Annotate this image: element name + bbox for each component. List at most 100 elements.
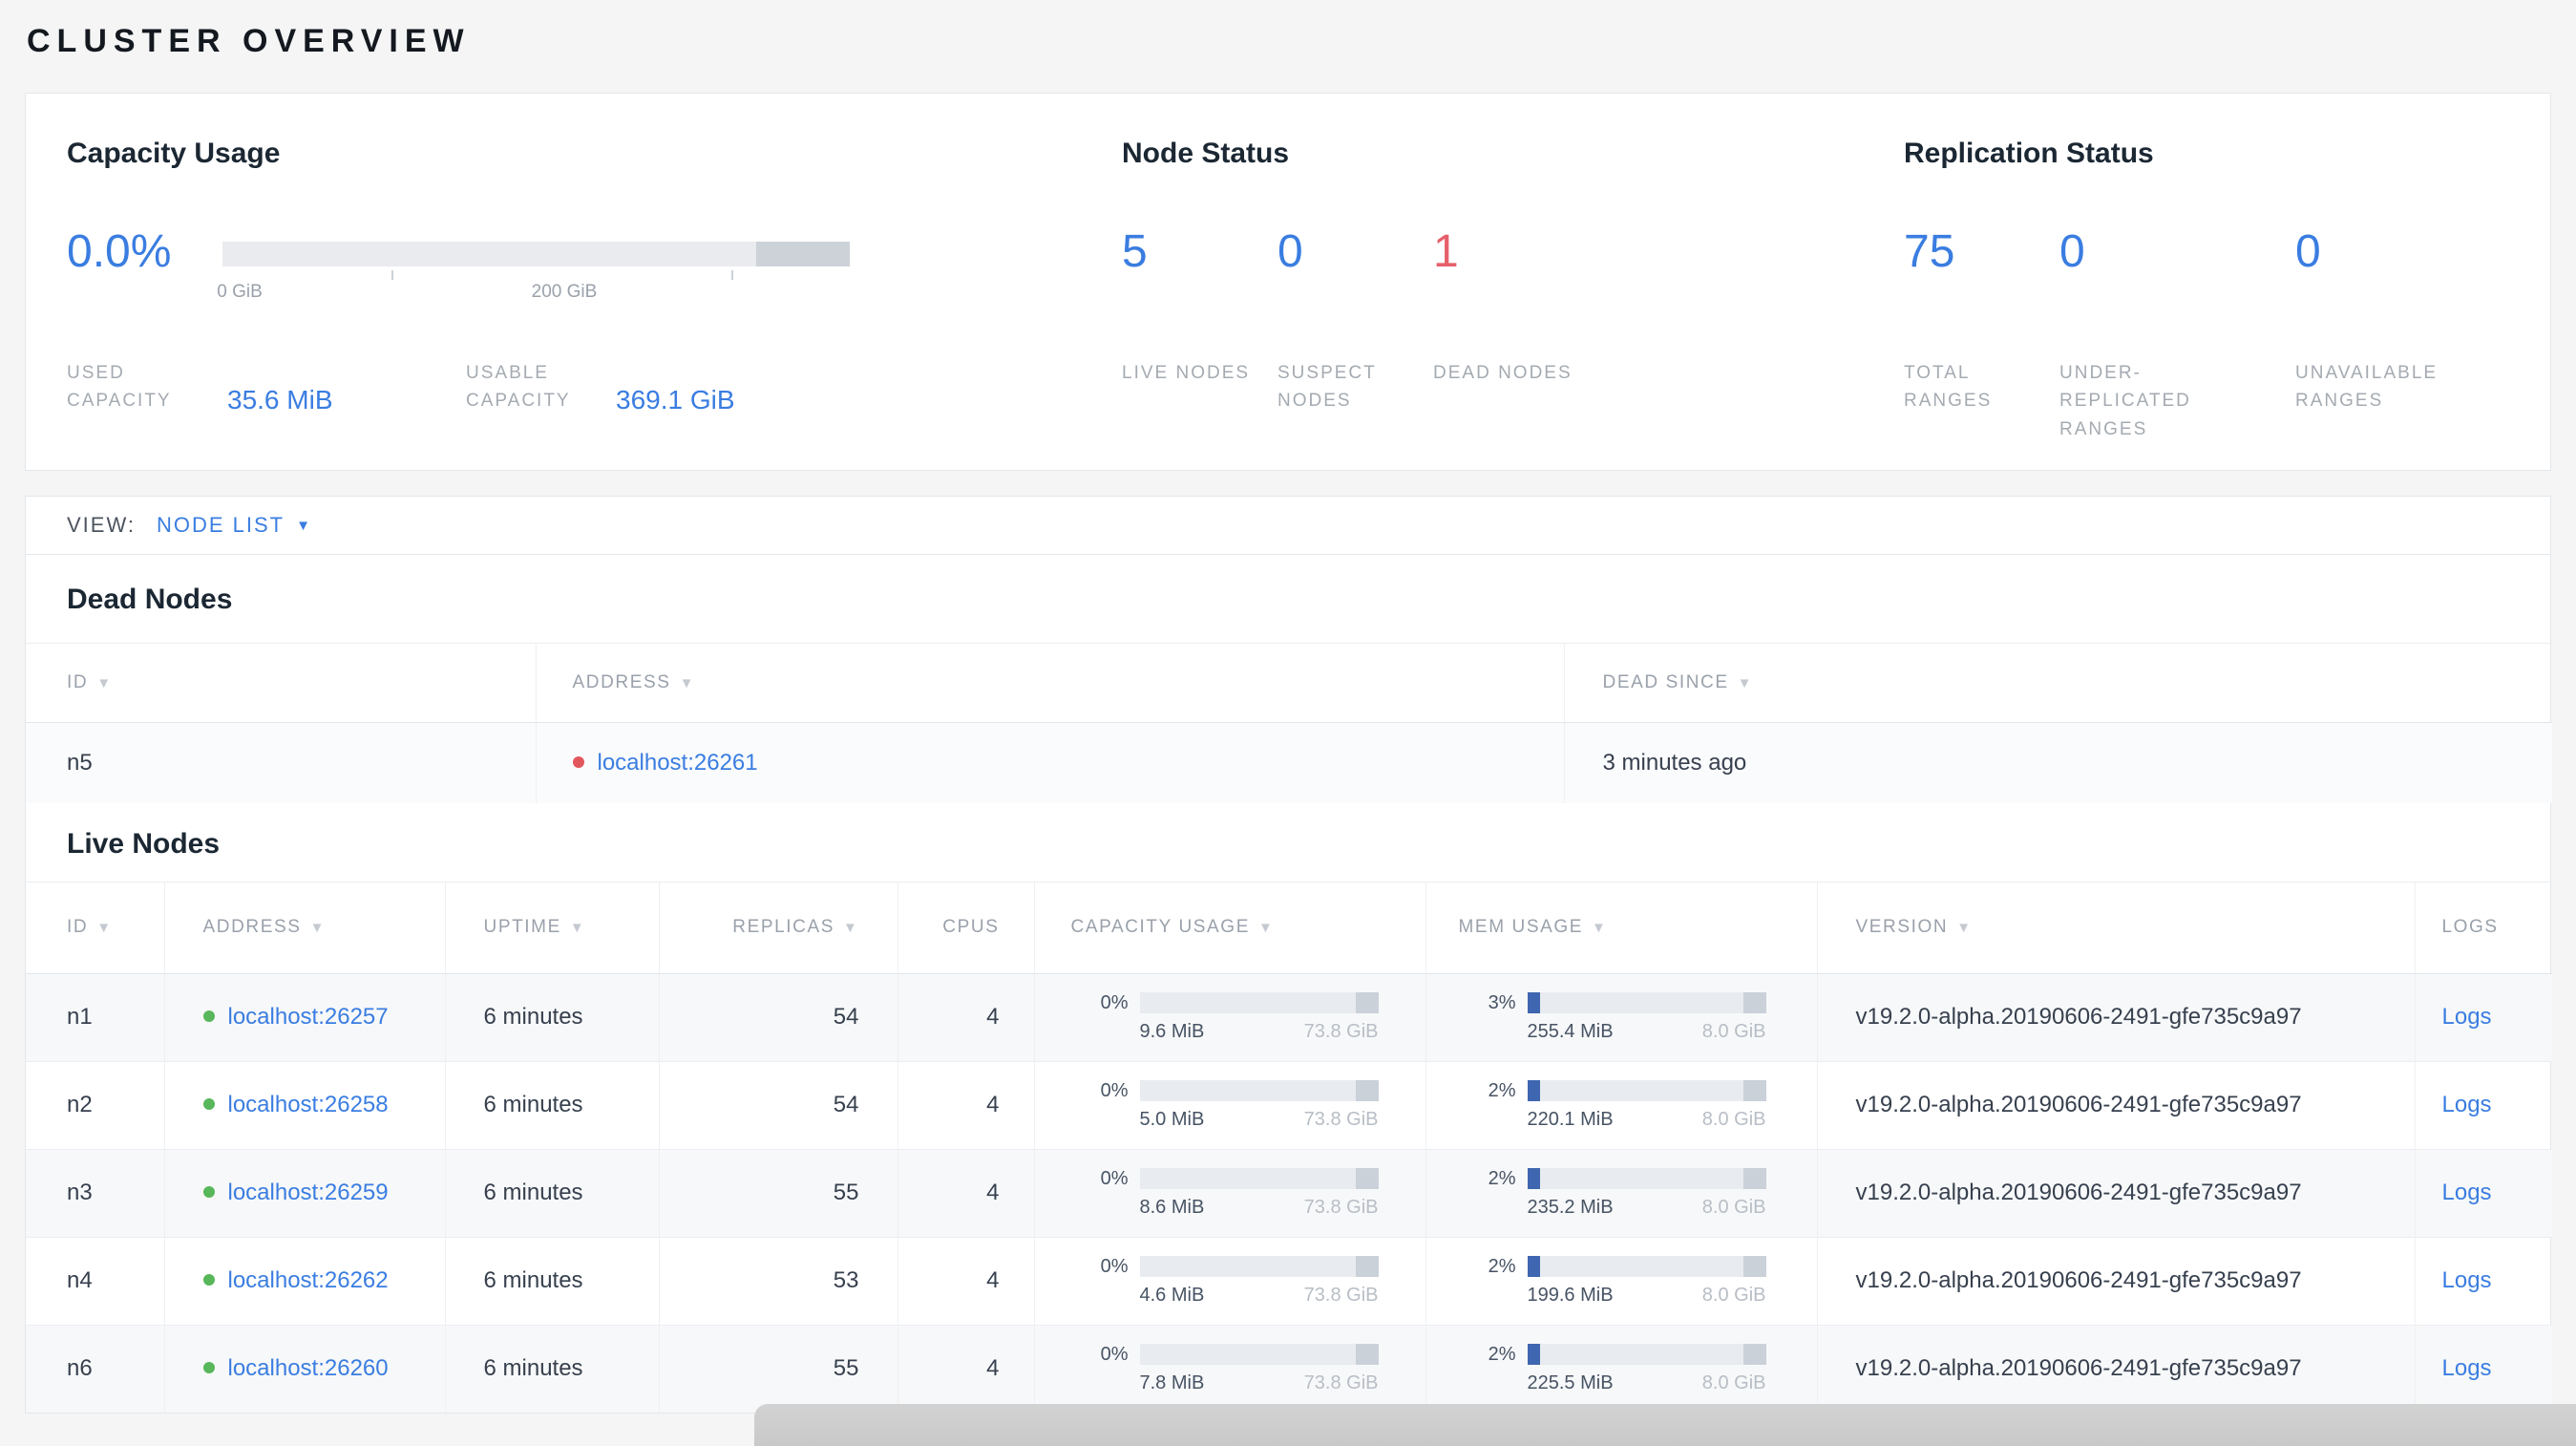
live-status-dot <box>202 1274 215 1286</box>
node-replicas: 53 <box>658 1236 897 1325</box>
mem-used: 255.4 MiB <box>1527 1020 1614 1042</box>
node-address-link[interactable]: localhost:26257 <box>228 1004 389 1030</box>
chevron-down-icon: ▼ <box>296 517 310 534</box>
node-address-link[interactable]: localhost:26262 <box>228 1267 389 1293</box>
live-status-dot <box>202 1098 215 1110</box>
logs-link[interactable]: Logs <box>2442 1267 2492 1293</box>
unavailable-ranges-label: UNAVAILABLE RANGES <box>2295 363 2439 412</box>
node-replicas: 54 <box>658 972 897 1061</box>
capacity-percent: 0.0% <box>67 226 172 277</box>
node-address-link[interactable]: localhost:26261 <box>598 750 758 776</box>
total-ranges-label: TOTAL RANGES <box>1904 363 1993 412</box>
mem-usage-cell: 2% 220.1 MiB 8.0 GiB <box>1425 1060 1817 1149</box>
sort-desc-icon: ▼ <box>96 920 113 936</box>
capacity-percent: 0% <box>1100 1167 1129 1189</box>
capacity-usage-cell: 0% 8.6 MiB 73.8 GiB <box>1033 1148 1425 1237</box>
capacity-usage-bar <box>1139 992 1379 1013</box>
live-node-row: n6 localhost:26260 6 minutes 55 4 0% 7.8… <box>26 1324 2552 1413</box>
summary-card: Capacity Usage 0.0% 0 GiB 200 GiB USED C… <box>25 93 2551 471</box>
node-cpus: 4 <box>897 1324 1034 1413</box>
col-header-uptime[interactable]: UPTIME ▼ <box>444 881 659 974</box>
node-cpus: 4 <box>897 1148 1034 1237</box>
node-cpus: 4 <box>897 972 1034 1061</box>
live-node-row: n2 localhost:26258 6 minutes 54 4 0% 5.0… <box>26 1060 2552 1149</box>
view-selected-value: NODE LIST <box>156 513 285 537</box>
capacity-used: 5.0 MiB <box>1139 1108 1205 1130</box>
capacity-bar-dark-segment <box>756 242 850 266</box>
capacity-usage-section: Capacity Usage 0.0% 0 GiB 200 GiB USED C… <box>26 138 1122 470</box>
under-replicated-stat: 0 UNDER-REPLICATED RANGES <box>2059 229 2295 443</box>
col-header-address[interactable]: ADDRESS ▼ <box>535 643 1564 723</box>
mem-usage-cell: 3% 255.4 MiB 8.0 GiB <box>1425 972 1817 1061</box>
unavailable-ranges-count: 0 <box>2295 226 2321 277</box>
node-cpus: 4 <box>897 1060 1034 1149</box>
col-header-cpus[interactable]: CPUS <box>897 881 1034 974</box>
usable-capacity-label: USABLE CAPACITY <box>466 363 571 412</box>
capacity-tick-mark <box>391 270 393 280</box>
capacity-used: 4.6 MiB <box>1139 1284 1205 1306</box>
node-address-link[interactable]: localhost:26258 <box>228 1092 389 1117</box>
col-header-dead-since[interactable]: DEAD SINCE ▼ <box>1563 643 2552 723</box>
col-header-id[interactable]: ID ▼ <box>26 881 164 974</box>
col-header-id[interactable]: ID ▼ <box>26 643 536 723</box>
cluster-overview-page: CLUSTER OVERVIEW Capacity Usage 0.0% 0 G… <box>0 0 2576 1414</box>
usable-capacity-value: 369.1 GiB <box>616 384 735 415</box>
capacity-percent: 0% <box>1100 1255 1129 1277</box>
mem-usage-bar <box>1527 1080 1766 1101</box>
sort-desc-icon: ▼ <box>96 675 113 691</box>
node-replicas: 55 <box>658 1148 897 1237</box>
node-uptime: 6 minutes <box>444 1148 659 1237</box>
node-uptime: 6 minutes <box>444 1236 659 1325</box>
live-nodes-count: 5 <box>1122 226 1148 277</box>
sort-desc-icon: ▼ <box>1956 920 1973 936</box>
node-uptime: 6 minutes <box>444 1324 659 1413</box>
live-node-row: n1 localhost:26257 6 minutes 54 4 0% 9.6… <box>26 972 2552 1061</box>
logs-link[interactable]: Logs <box>2442 1004 2492 1030</box>
view-selector-dropdown[interactable]: NODE LIST ▼ <box>157 513 310 538</box>
node-id: n1 <box>26 972 164 1061</box>
col-header-capacity-usage[interactable]: CAPACITY USAGE ▼ <box>1033 881 1425 974</box>
col-header-replicas[interactable]: REPLICAS ▼ <box>658 881 897 974</box>
mem-total: 8.0 GiB <box>1701 1284 1766 1306</box>
mem-used: 199.6 MiB <box>1527 1284 1614 1306</box>
col-header-version[interactable]: VERSION ▼ <box>1816 881 2415 974</box>
mem-usage-cell: 2% 199.6 MiB 8.0 GiB <box>1425 1236 1817 1325</box>
logs-cell: Logs <box>2414 1324 2552 1413</box>
capacity-percent: 0% <box>1100 991 1129 1013</box>
capacity-total: 73.8 GiB <box>1303 1108 1379 1130</box>
logs-link[interactable]: Logs <box>2442 1180 2492 1205</box>
capacity-total: 73.8 GiB <box>1303 1196 1379 1218</box>
node-address-link[interactable]: localhost:26260 <box>228 1355 389 1381</box>
node-list-card: Dead Nodes ID ▼ ADDRESS ▼ DEAD SINCE ▼ n5 l… <box>25 555 2552 1414</box>
sort-desc-icon: ▼ <box>679 675 696 691</box>
col-header-mem-usage[interactable]: MEM USAGE ▼ <box>1425 881 1817 974</box>
mem-percent: 2% <box>1488 1167 1516 1189</box>
node-replicas: 55 <box>658 1324 897 1413</box>
col-header-address[interactable]: ADDRESS ▼ <box>163 881 445 974</box>
capacity-total: 73.8 GiB <box>1303 1284 1379 1306</box>
suspect-nodes-stat: 0 SUSPECT NODES <box>1277 229 1433 415</box>
capacity-total: 73.8 GiB <box>1303 1020 1379 1042</box>
node-address-cell: localhost:26262 <box>163 1236 445 1325</box>
capacity-usage-bar <box>1139 1168 1379 1189</box>
mem-total: 8.0 GiB <box>1701 1020 1766 1042</box>
dead-since-value: 3 minutes ago <box>1563 722 2552 803</box>
mem-usage-bar <box>1527 992 1766 1013</box>
node-address-link[interactable]: localhost:26259 <box>228 1180 389 1205</box>
capacity-usage-bar <box>1139 1080 1379 1101</box>
logs-link[interactable]: Logs <box>2442 1092 2492 1117</box>
capacity-used: 7.8 MiB <box>1139 1372 1205 1393</box>
node-version: v19.2.0-alpha.20190606-2491-gfe735c9a97 <box>1816 972 2415 1061</box>
total-ranges-stat: 75 TOTAL RANGES <box>1904 229 2059 443</box>
logs-link[interactable]: Logs <box>2442 1355 2492 1381</box>
dead-nodes-count: 1 <box>1433 226 1459 277</box>
node-version: v19.2.0-alpha.20190606-2491-gfe735c9a97 <box>1816 1060 2415 1149</box>
node-address-cell: localhost:26257 <box>163 972 445 1061</box>
sort-desc-icon: ▼ <box>309 920 327 936</box>
node-id: n3 <box>26 1148 164 1237</box>
sort-desc-icon: ▼ <box>1257 920 1275 936</box>
mem-used: 235.2 MiB <box>1527 1196 1614 1218</box>
dead-nodes-label: DEAD NODES <box>1433 363 1573 383</box>
suspect-nodes-count: 0 <box>1277 226 1303 277</box>
node-address-cell: localhost:26259 <box>163 1148 445 1237</box>
